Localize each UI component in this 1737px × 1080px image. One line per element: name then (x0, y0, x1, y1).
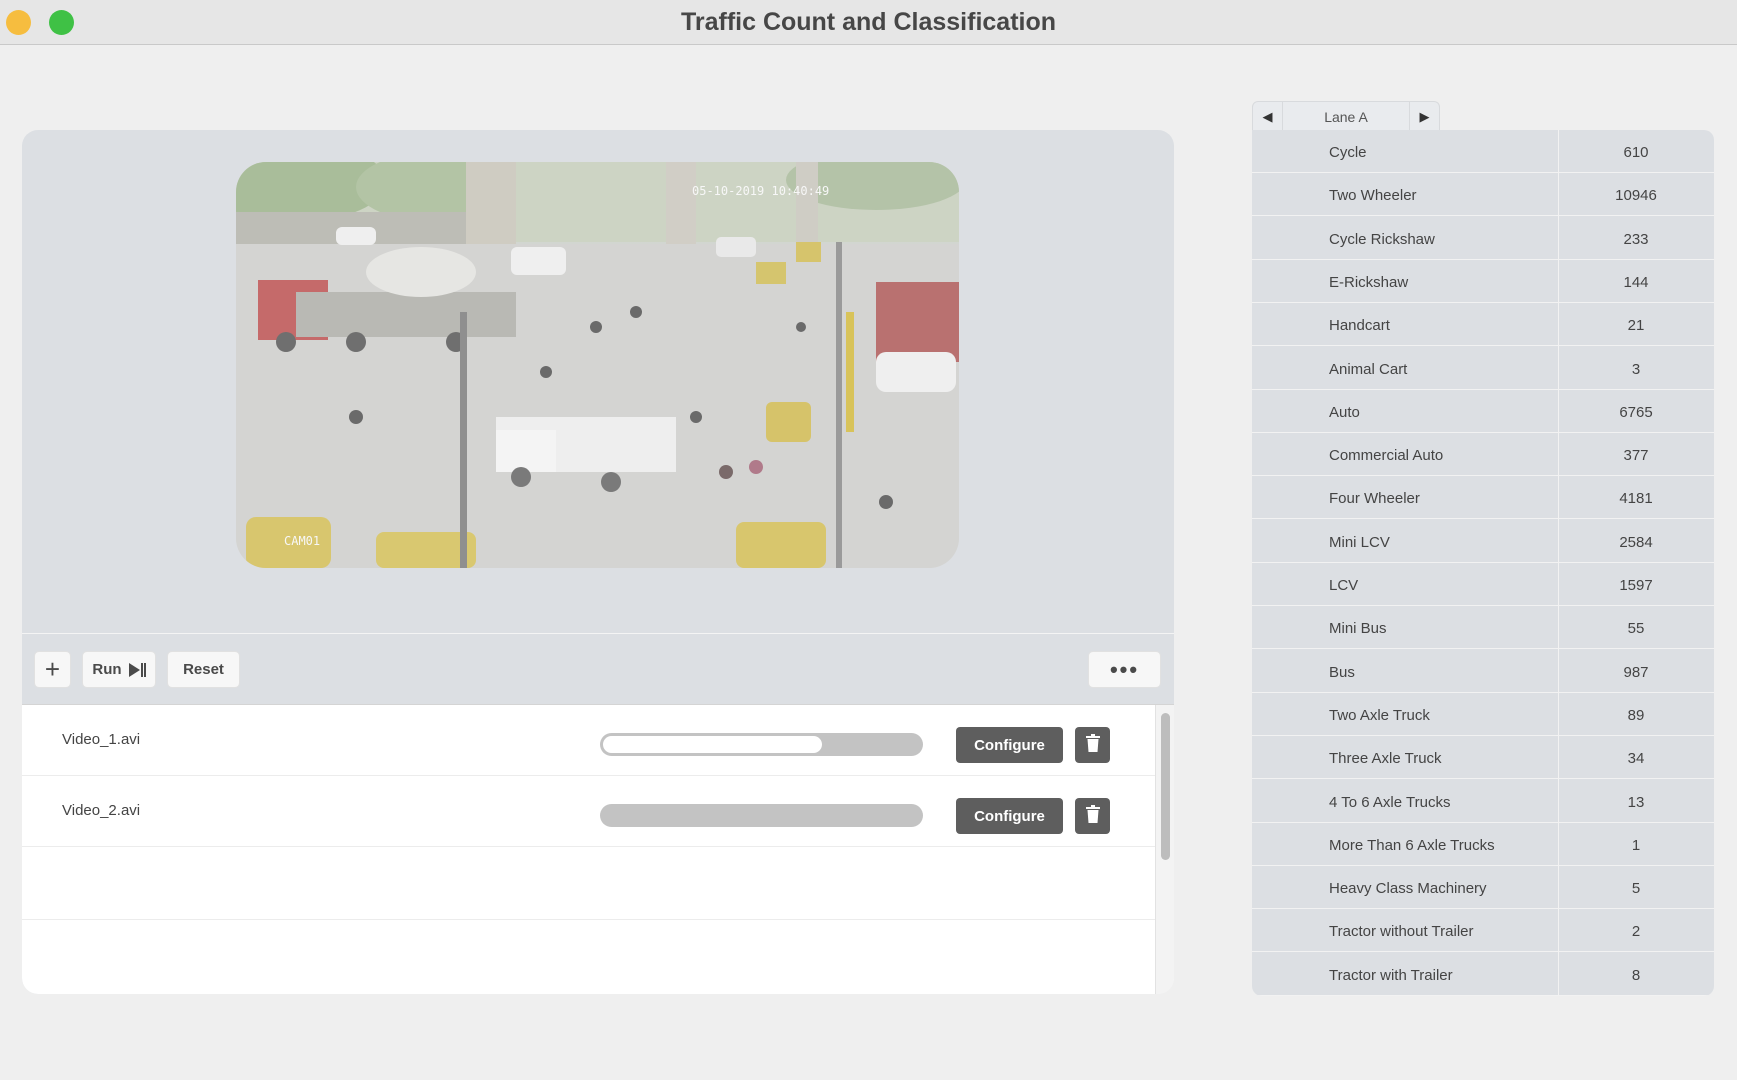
configure-button[interactable]: Configure (956, 798, 1063, 834)
vehicle-class-name: Cycle (1329, 144, 1367, 161)
vehicle-class-count: 13 (1627, 794, 1645, 811)
vehicle-class-name: Tractor without Trailer (1329, 923, 1474, 940)
vehicle-class-count: 144 (1623, 274, 1649, 291)
table-row: More Than 6 Axle Trucks 1 (1252, 823, 1714, 866)
play-step-icon (128, 662, 146, 678)
table-row: 4 To 6 Axle Trucks 13 (1252, 780, 1714, 823)
vehicle-class-count: 55 (1627, 620, 1645, 637)
vehicle-class-count: 2584 (1619, 534, 1653, 551)
table-row: Mini Bus 55 (1252, 606, 1714, 649)
table-row: Animal Cart 3 (1252, 347, 1714, 390)
vehicle-class-name: Cycle Rickshaw (1329, 231, 1435, 248)
delete-button[interactable] (1075, 798, 1110, 834)
list-item: Video_2.avi Configure (22, 776, 1155, 847)
traffic-scene-image (236, 162, 959, 568)
vehicle-class-name: Bus (1329, 664, 1355, 681)
video-timestamp: 05-10-2019 10:40:49 (692, 184, 830, 198)
vehicle-class-name: More Than 6 Axle Trucks (1329, 837, 1495, 854)
vehicle-class-count: 4181 (1619, 490, 1653, 507)
table-row: LCV 1597 (1252, 563, 1714, 606)
vehicle-class-count: 377 (1623, 447, 1649, 464)
vehicle-class-name: Mini LCV (1329, 534, 1390, 551)
vehicle-class-count: 2 (1631, 923, 1641, 940)
progress-fill (603, 736, 822, 753)
table-row: Commercial Auto 377 (1252, 433, 1714, 476)
vehicle-class-count: 987 (1623, 664, 1649, 681)
vehicle-class-name: LCV (1329, 577, 1359, 594)
vehicle-class-count: 1597 (1619, 577, 1653, 594)
vehicle-class-name: Mini Bus (1329, 620, 1387, 637)
progress-bar (600, 804, 923, 827)
vehicle-class-count: 21 (1627, 317, 1645, 334)
vehicle-class-count: 1 (1631, 837, 1641, 854)
lane-selector: ◀ Lane A ▶ (1252, 101, 1440, 131)
table-row: Tractor without Trailer 2 (1252, 909, 1714, 952)
vehicle-class-name: Commercial Auto (1329, 447, 1444, 464)
vehicle-class-name: E-Rickshaw (1329, 274, 1409, 291)
table-row: Bus 987 (1252, 650, 1714, 693)
panel-divider (22, 633, 1174, 634)
video-file-list: Video_1.avi Configure Video_2.avi Config… (22, 704, 1174, 994)
table-row: Three Axle Truck 34 (1252, 736, 1714, 779)
vehicle-class-name: Tractor with Trailer (1329, 967, 1453, 984)
table-row: Two Wheeler 10946 (1252, 173, 1714, 216)
vehicle-class-count: 10946 (1615, 187, 1657, 204)
vehicle-class-count: 89 (1627, 707, 1645, 724)
list-item: Video_1.avi Configure (22, 705, 1155, 776)
vehicle-class-count: 34 (1627, 750, 1645, 767)
reset-button[interactable]: Reset (167, 651, 240, 688)
table-row: E-Rickshaw 144 (1252, 260, 1714, 303)
run-button[interactable]: Run (82, 651, 156, 688)
table-row: Four Wheeler 4181 (1252, 476, 1714, 519)
video-preview: 05-10-2019 10:40:49 CAM01 (236, 162, 959, 568)
vehicle-class-name: Heavy Class Machinery (1329, 880, 1487, 897)
vehicle-class-count: 3 (1631, 361, 1641, 378)
vehicle-class-name: Two Wheeler (1329, 187, 1417, 204)
table-row: Heavy Class Machinery 5 (1252, 866, 1714, 909)
lane-label: Lane A (1324, 109, 1368, 125)
video-panel: 05-10-2019 10:40:49 CAM01 + Run Reset ••… (22, 130, 1174, 994)
vehicle-class-name: Three Axle Truck (1329, 750, 1442, 767)
progress-bar (600, 733, 923, 756)
vehicle-class-count: 610 (1623, 144, 1649, 161)
delete-button[interactable] (1075, 727, 1110, 763)
vehicle-class-name: Auto (1329, 404, 1360, 421)
vehicle-count-table: Cycle 610 Two Wheeler 10946 Cycle Rickshaw 23… (1252, 130, 1714, 996)
vehicle-class-count: 5 (1631, 880, 1641, 897)
vehicle-class-count: 8 (1631, 967, 1641, 984)
table-row: Two Axle Truck 89 (1252, 693, 1714, 736)
table-row: Auto 6765 (1252, 390, 1714, 433)
vehicle-class-name: Handcart (1329, 317, 1390, 334)
trash-icon (1085, 733, 1101, 757)
window-title: Traffic Count and Classification (680, 8, 1057, 36)
plus-icon: + (44, 654, 61, 684)
table-row: Tractor with Trailer 8 (1252, 953, 1714, 996)
file-name: Video_1.avi (62, 731, 141, 748)
vehicle-class-name: Two Axle Truck (1329, 707, 1430, 724)
more-icon: ••• (1109, 656, 1140, 682)
vehicle-class-name: Animal Cart (1329, 361, 1408, 378)
table-row: Cycle Rickshaw 233 (1252, 217, 1714, 260)
table-row: Cycle 610 (1252, 130, 1714, 173)
list-scrollbar[interactable] (1155, 705, 1174, 994)
arrow-left-icon[interactable]: ◀ (1253, 102, 1283, 131)
scrollbar-thumb[interactable] (1161, 713, 1170, 860)
camera-label: CAM01 (284, 534, 321, 548)
file-name: Video_2.avi (62, 802, 141, 819)
table-row: Mini LCV 2584 (1252, 520, 1714, 563)
vehicle-class-count: 6765 (1619, 404, 1653, 421)
run-label: Run (92, 661, 122, 678)
title-bar: Traffic Count and Classification (0, 0, 1737, 45)
vehicle-class-name: Four Wheeler (1329, 490, 1420, 507)
vehicle-class-name: 4 To 6 Axle Trucks (1329, 794, 1451, 811)
empty-list-row (22, 847, 1155, 920)
trash-icon (1085, 804, 1101, 828)
add-video-button[interactable]: + (34, 651, 71, 688)
vehicle-class-count: 233 (1623, 231, 1649, 248)
table-row: Handcart 21 (1252, 303, 1714, 346)
arrow-right-icon[interactable]: ▶ (1409, 102, 1439, 131)
more-options-button[interactable]: ••• (1088, 651, 1161, 688)
configure-button[interactable]: Configure (956, 727, 1063, 763)
